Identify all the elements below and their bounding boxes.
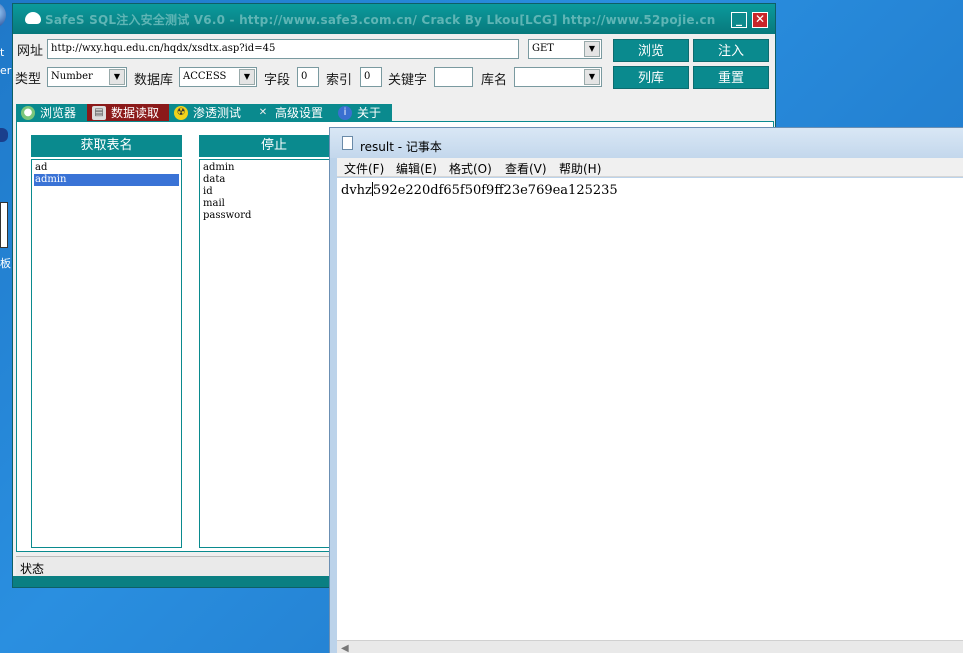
tab-advanced-settings[interactable]: ✕ 高级设置	[251, 104, 333, 122]
notepad-icon	[342, 136, 353, 150]
result-hash: 592e220df65f50f9ff23e769ea125235	[372, 183, 618, 198]
url-input[interactable]: http://wxy.hqu.edu.cn/hqdx/xsdtx.asp?id=…	[47, 39, 519, 59]
minimize-button[interactable]: _	[731, 12, 747, 28]
menu-file[interactable]: 文件(F)	[344, 160, 384, 177]
method-select[interactable]: GET ▼	[528, 39, 602, 59]
desktop-icon-document[interactable]	[0, 202, 8, 248]
get-tables-button[interactable]: 获取表名	[31, 135, 182, 157]
tools-icon: ✕	[258, 107, 268, 118]
menu-view[interactable]: 查看(V)	[505, 160, 547, 177]
list-item[interactable]: password	[202, 210, 346, 222]
chevron-down-icon[interactable]: ▼	[239, 69, 255, 85]
reset-button[interactable]: 重置	[693, 66, 769, 89]
list-db-button[interactable]: 列库	[613, 66, 689, 89]
tab-label: 浏览器	[40, 106, 77, 120]
horizontal-scrollbar[interactable]: ◀	[337, 640, 963, 653]
type-label: 类型	[15, 72, 42, 87]
notepad-titlebar[interactable]: result - 记事本	[330, 128, 963, 158]
tab-about[interactable]: i 关于	[333, 104, 392, 122]
browse-button[interactable]: 浏览	[613, 39, 689, 62]
notepad-menubar: 文件(F) 编辑(E) 格式(O) 查看(V) 帮助(H)	[337, 158, 963, 177]
keyword-input[interactable]	[434, 67, 473, 87]
tab-data-read[interactable]: ▤ 数据读取	[87, 104, 169, 122]
field-label: 字段	[264, 73, 291, 88]
close-button[interactable]: ✕	[752, 12, 768, 28]
index-input[interactable]: 0	[360, 67, 382, 87]
chevron-down-icon[interactable]: ▼	[584, 41, 600, 57]
cloud-logo-icon	[25, 12, 41, 24]
database-value: ACCESS	[183, 71, 227, 82]
type-value: Number	[51, 71, 93, 82]
type-select[interactable]: Number ▼	[47, 67, 127, 87]
status-text: 状态	[20, 562, 45, 576]
url-label: 网址	[17, 44, 44, 59]
tables-listbox[interactable]: ad admin	[31, 159, 182, 548]
database-icon: ▤	[92, 106, 106, 120]
method-value: GET	[532, 43, 554, 54]
notepad-text-area[interactable]: dvhz592e220df65f50f9ff23e769ea125235	[337, 178, 963, 640]
stop-button[interactable]: 停止	[199, 135, 349, 157]
notepad-title: result - 记事本	[360, 140, 442, 154]
desktop-label-fragment: er	[0, 64, 12, 77]
dbname-select[interactable]: ▼	[514, 67, 602, 87]
chevron-down-icon[interactable]: ▼	[109, 69, 125, 85]
dbname-label: 库名	[481, 73, 508, 88]
database-select[interactable]: ACCESS ▼	[179, 67, 257, 87]
list-item[interactable]: data	[202, 174, 346, 186]
list-item[interactable]: mail	[202, 198, 346, 210]
desktop-label-fragment: t	[0, 46, 5, 59]
field-input[interactable]: 0	[297, 67, 319, 87]
result-username: dvhz	[341, 183, 372, 198]
index-label: 索引	[326, 73, 353, 88]
chevron-down-icon[interactable]: ▼	[584, 69, 600, 85]
keyword-label: 关键字	[388, 73, 428, 88]
scroll-left-arrow-icon[interactable]: ◀	[341, 643, 349, 653]
list-item-selected[interactable]: admin	[34, 174, 179, 186]
list-item[interactable]: admin	[202, 162, 346, 174]
list-item[interactable]: id	[202, 186, 346, 198]
globe-icon: ●	[21, 106, 35, 120]
tab-penetration-test[interactable]: ☢ 渗透测试	[169, 104, 251, 122]
menu-format[interactable]: 格式(O)	[449, 160, 492, 177]
app-titlebar[interactable]: SafeS SQL注入安全测试 V6.0 - http://www.safe3.…	[13, 4, 775, 34]
tab-label: 高级设置	[275, 106, 324, 120]
tab-browser[interactable]: ● 浏览器	[16, 104, 87, 122]
desktop-label-fragment: 板	[0, 257, 11, 270]
list-item[interactable]: ad	[34, 162, 179, 174]
columns-listbox[interactable]: admin data id mail password	[199, 159, 349, 548]
app-title: SafeS SQL注入安全测试 V6.0 - http://www.safe3.…	[45, 13, 716, 27]
inject-button[interactable]: 注入	[693, 39, 769, 62]
radiation-icon: ☢	[174, 106, 188, 120]
menu-edit[interactable]: 编辑(E)	[396, 160, 437, 177]
notepad-window: result - 记事本 文件(F) 编辑(E) 格式(O) 查看(V) 帮助(…	[329, 127, 963, 653]
tab-label: 渗透测试	[193, 106, 242, 120]
tab-label: 关于	[357, 106, 382, 120]
database-label: 数据库	[134, 73, 174, 88]
info-icon: i	[338, 106, 352, 120]
menu-help[interactable]: 帮助(H)	[559, 160, 601, 177]
desktop-icon-ie[interactable]	[0, 2, 6, 28]
tab-label: 数据读取	[111, 106, 160, 120]
desktop-icon[interactable]	[0, 128, 8, 142]
